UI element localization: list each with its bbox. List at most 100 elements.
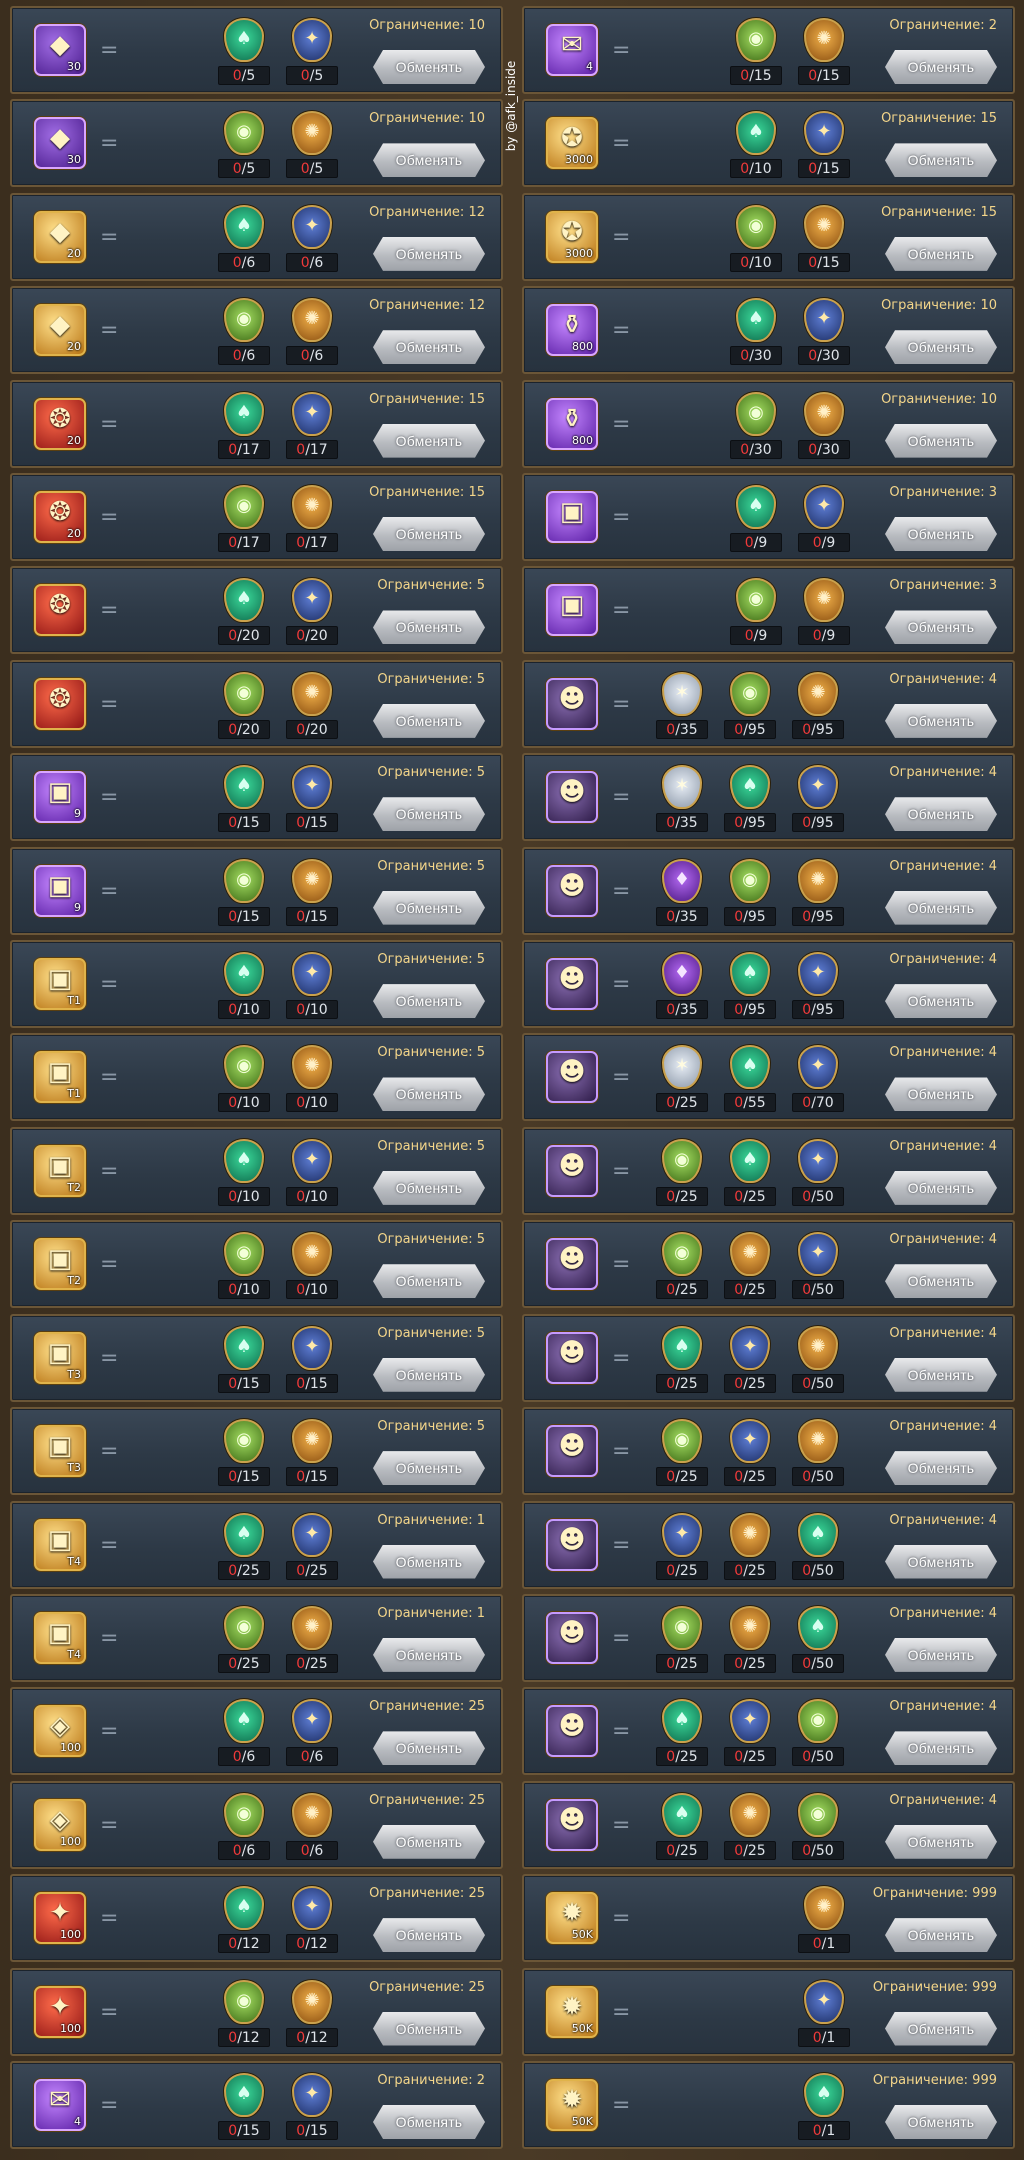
hero-12-icon[interactable]: ☻ — [546, 1705, 598, 1758]
silver-stone-icon[interactable]: ◆ 30 — [34, 24, 86, 76]
t4-chest-icon[interactable]: ▣ T4 — [34, 1611, 86, 1664]
exchange-button[interactable]: Обменять — [373, 143, 485, 177]
prism-crystal-icon[interactable]: ✦ 100 — [34, 1985, 86, 2038]
exchange-button[interactable]: Обменять — [885, 797, 997, 831]
exchange-button[interactable]: Обменять — [373, 2012, 485, 2046]
t3-chest-icon[interactable]: ▣ T3 — [34, 1425, 86, 1478]
t1-chest-icon[interactable]: ▣ T1 — [34, 958, 86, 1011]
exchange-button[interactable]: Обменять — [373, 1731, 485, 1765]
exp-potion-icon[interactable]: ⚱ 800 — [546, 304, 598, 357]
exchange-button[interactable]: Обменять — [885, 424, 997, 458]
cost-slot: ✺ 0/95 — [792, 671, 844, 739]
exchange-button[interactable]: Обменять — [885, 1918, 997, 1952]
exchange-button[interactable]: Обменять — [373, 1264, 485, 1298]
hero-3-icon[interactable]: ☻ — [546, 864, 598, 917]
t2-chest-icon[interactable]: ▣ T2 — [34, 1144, 86, 1197]
exchange-button[interactable]: Обменять — [885, 1264, 997, 1298]
owned-count: 0 — [232, 348, 242, 365]
t2-chest-icon[interactable]: ▣ T2 — [34, 1238, 86, 1291]
exchange-button[interactable]: Обменять — [885, 330, 997, 364]
silver-stone-icon[interactable]: ◆ 30 — [34, 117, 86, 170]
gold-coins-icon[interactable]: ✹ 50K — [546, 1985, 598, 2038]
exchange-button[interactable]: Обменять — [373, 1171, 485, 1205]
hero-1-icon[interactable]: ☻ — [546, 677, 598, 730]
exchange-button[interactable]: Обменять — [373, 1545, 485, 1579]
exchange-button[interactable]: Обменять — [373, 517, 485, 551]
required-count: /10 — [305, 1282, 328, 1299]
cost-slot: ◉ 0/15 — [218, 858, 270, 926]
gold-coins-icon[interactable]: ✹ 50K — [546, 1892, 598, 1945]
exchange-button[interactable]: Обменять — [373, 330, 485, 364]
exchange-button[interactable]: Обменять — [373, 704, 485, 738]
exp-potion-icon[interactable]: ⚱ 800 — [546, 397, 598, 450]
exchange-button[interactable]: Обменять — [373, 610, 485, 644]
t1-chest-icon[interactable]: ▣ T1 — [34, 1051, 86, 1104]
hero-10-icon[interactable]: ☻ — [546, 1518, 598, 1571]
exchange-button[interactable]: Обменять — [885, 1358, 997, 1392]
scroll-icon[interactable]: ✉ 4 — [34, 2078, 86, 2131]
exchange-button[interactable]: Обменять — [373, 1451, 485, 1485]
exchange-button[interactable]: Обменять — [373, 424, 485, 458]
legend-chest-icon[interactable]: ▣ — [546, 584, 598, 637]
exchange-button[interactable]: Обменять — [885, 1825, 997, 1859]
hero-2-icon[interactable]: ☻ — [546, 771, 598, 824]
exchange-button[interactable]: Обменять — [885, 1077, 997, 1111]
red-chest-icon[interactable]: ❂ 20 — [34, 397, 86, 450]
t3-chest-icon[interactable]: ▣ T3 — [34, 1331, 86, 1384]
gold-bag-icon[interactable]: ✪ 3000 — [546, 117, 598, 170]
exchange-button[interactable]: Обменять — [885, 610, 997, 644]
exchange-button[interactable]: Обменять — [885, 891, 997, 925]
exchange-button[interactable]: Обменять — [885, 1731, 997, 1765]
hero-11-icon[interactable]: ☻ — [546, 1611, 598, 1664]
hero-9-icon[interactable]: ☻ — [546, 1425, 598, 1478]
red-shell-icon[interactable]: ❂ — [34, 677, 86, 730]
hero-7-icon[interactable]: ☻ — [546, 1238, 598, 1291]
exchange-button[interactable]: Обменять — [373, 50, 485, 84]
exchange-button[interactable]: Обменять — [885, 704, 997, 738]
exchange-button[interactable]: Обменять — [373, 1918, 485, 1952]
gold-bag-icon[interactable]: ✪ 3000 — [546, 210, 598, 263]
purple-chest-icon[interactable]: ▣ 9 — [34, 864, 86, 917]
exchange-button[interactable]: Обменять — [885, 984, 997, 1018]
exchange-button[interactable]: Обменять — [373, 984, 485, 1018]
exchange-button[interactable]: Обменять — [885, 1545, 997, 1579]
exchange-button[interactable]: Обменять — [885, 1451, 997, 1485]
scroll-icon[interactable]: ✉ 4 — [546, 24, 598, 76]
exchange-button[interactable]: Обменять — [885, 50, 997, 84]
gold-coins-icon[interactable]: ✹ 50K — [546, 2078, 598, 2131]
gold-stone-icon[interactable]: ◆ 20 — [34, 304, 86, 357]
exchange-button[interactable]: Обменять — [373, 1077, 485, 1111]
exchange-button[interactable]: Обменять — [373, 891, 485, 925]
exchange-button[interactable]: Обменять — [885, 237, 997, 271]
exchange-button[interactable]: Обменять — [885, 517, 997, 551]
exchange-button[interactable]: Обменять — [373, 797, 485, 831]
blue-crystal-icon[interactable]: ◈ 100 — [34, 1705, 86, 1758]
exchange-button[interactable]: Обменять — [885, 1171, 997, 1205]
cost-slot: ✦ 0/25 — [724, 1699, 776, 1767]
purple-chest-icon[interactable]: ▣ 9 — [34, 771, 86, 824]
legend-chest-icon[interactable]: ▣ — [546, 491, 598, 544]
item-quantity: 3000 — [565, 153, 593, 167]
hero-4-icon[interactable]: ☻ — [546, 958, 598, 1011]
exchange-button[interactable]: Обменять — [373, 1638, 485, 1672]
prism-crystal-icon[interactable]: ✦ 100 — [34, 1892, 86, 1945]
hero-8-icon[interactable]: ☻ — [546, 1331, 598, 1384]
exchange-button[interactable]: Обменять — [373, 237, 485, 271]
cost-slot: ✦ 0/25 — [724, 1419, 776, 1487]
red-chest-icon[interactable]: ❂ 20 — [34, 491, 86, 544]
hero-6-icon[interactable]: ☻ — [546, 1144, 598, 1197]
gold-stone-icon[interactable]: ◆ 20 — [34, 210, 86, 263]
t4-chest-icon[interactable]: ▣ T4 — [34, 1518, 86, 1571]
exchange-button[interactable]: Обменять — [885, 1638, 997, 1672]
exchange-button[interactable]: Обменять — [373, 1825, 485, 1859]
blue-crystal-icon[interactable]: ◈ 100 — [34, 1798, 86, 1851]
hero-13-icon[interactable]: ☻ — [546, 1798, 598, 1851]
exchange-button[interactable]: Обменять — [885, 2012, 997, 2046]
exchange-button[interactable]: Обменять — [885, 2105, 997, 2139]
exchange-button[interactable]: Обменять — [373, 2105, 485, 2139]
hero-5-icon[interactable]: ☻ — [546, 1051, 598, 1104]
red-shell-icon[interactable]: ❂ — [34, 584, 86, 637]
exchange-button[interactable]: Обменять — [373, 1358, 485, 1392]
exchange-button[interactable]: Обменять — [885, 143, 997, 177]
exchange-row: ✪ 3000 = ◉ 0/10 ✺ 0/15 Ограничение: 15 Обменять — [522, 192, 1015, 281]
